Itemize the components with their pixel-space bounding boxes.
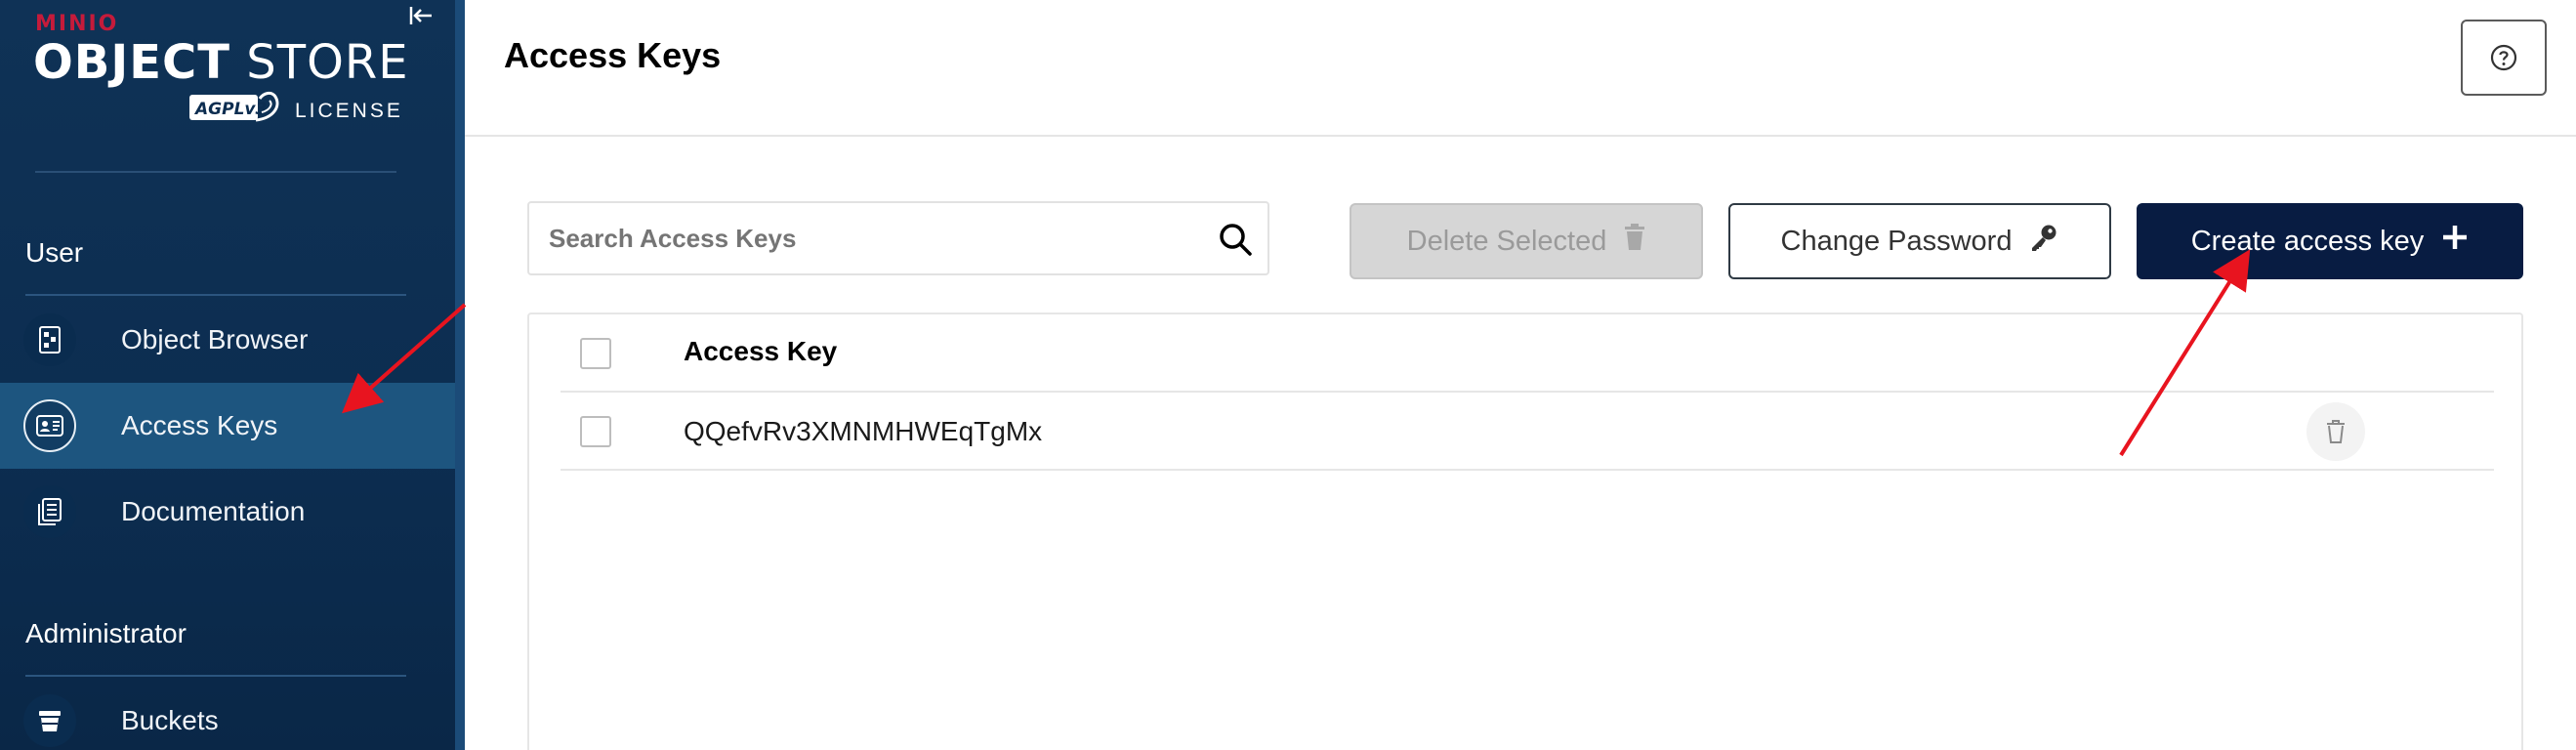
search-input[interactable] [549,203,1193,273]
sidebar-divider [35,171,396,173]
logo-product-name: OBJECT STORE [33,35,409,90]
change-password-label: Change Password [1780,225,2013,257]
sidebar-item-label: Buckets [121,705,219,735]
sidebar-item-label: Access Keys [121,410,278,440]
sidebar-item-label: Object Browser [121,324,309,354]
key-icon [2029,223,2058,260]
section-label-administrator: Administrator [25,618,187,648]
plus-icon [2441,224,2469,259]
svg-text:AGPLv3: AGPLv3 [193,100,267,119]
sidebar-item-object-browser[interactable]: Object Browser [0,297,455,383]
trash-icon [1624,224,1645,259]
documentation-icon [23,485,76,538]
section-divider [25,675,406,677]
page-header: Access Keys [465,0,2576,137]
search-icon[interactable] [1217,221,1254,258]
access-key-value: QQefvRv3XMNMHWEqTgMx [684,416,1043,446]
create-access-key-button[interactable]: Create access key [2137,203,2523,279]
help-icon [2490,44,2517,71]
object-browser-icon [23,313,76,366]
sidebar-item-access-keys[interactable]: Access Keys [0,383,455,469]
sidebar-item-buckets[interactable]: Buckets [0,678,455,750]
section-label-user: User [25,237,84,268]
row-checkbox[interactable] [580,416,611,447]
section-divider [25,294,406,296]
table-header: Access Key [561,314,2494,393]
column-header-access-key: Access Key [684,336,838,366]
search-box [527,201,1269,275]
access-keys-icon [23,399,76,452]
collapse-sidebar-icon[interactable] [406,2,436,29]
change-password-button[interactable]: Change Password [1728,203,2111,279]
agpl-logo-icon: AGPLv3 [187,91,283,124]
minio-logo: MINIO OBJECT STORE AGPLv3 LICENSE [33,10,409,127]
help-button[interactable] [2461,20,2547,96]
license-label: LICENSE [295,100,403,122]
main-content: Access Keys Delete Selected [465,0,2576,750]
select-all-checkbox[interactable] [580,338,611,369]
sidebar-item-label: Documentation [121,496,306,526]
buckets-icon [23,694,76,747]
table-row[interactable]: QQefvRv3XMNMHWEqTgMx [561,393,2494,471]
trash-outline-icon [2327,420,2345,443]
delete-selected-label: Delete Selected [1406,225,1607,257]
delete-selected-button[interactable]: Delete Selected [1350,203,1703,279]
sidebar-item-documentation[interactable]: Documentation [0,469,455,555]
logo-brand-top: MINIO [35,12,119,36]
page-title: Access Keys [504,35,722,75]
create-access-key-label: Create access key [2190,225,2425,257]
row-delete-button[interactable] [2306,402,2365,461]
sidebar: MINIO OBJECT STORE AGPLv3 LICENSE User O… [0,0,465,750]
access-keys-table: Access Key QQefvRv3XMNMHWEqTgMx [527,312,2523,750]
